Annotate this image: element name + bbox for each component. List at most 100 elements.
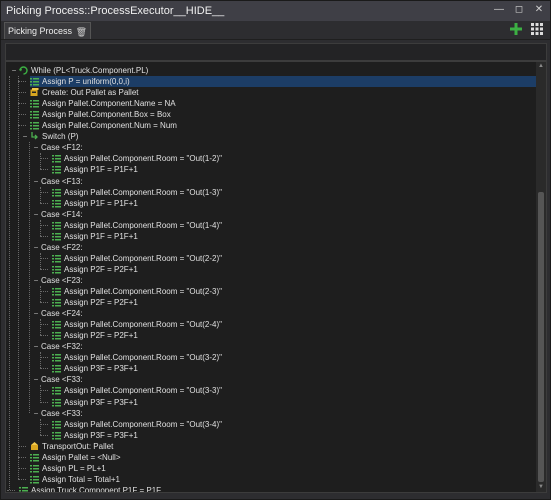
tree-node-label: Assign P2F = P2F+1 bbox=[64, 331, 138, 341]
tree-node-label: Assign Pallet.Component.Room = "Out(1-4)… bbox=[64, 220, 222, 230]
assign-icon bbox=[30, 464, 39, 473]
tree-node-label: Assign P3F = P3F+1 bbox=[64, 430, 138, 440]
tree-connector bbox=[40, 268, 48, 270]
collapse-icon[interactable]: − bbox=[33, 275, 39, 286]
tree-node-label: Assign Pallet.Component.Name = NA bbox=[42, 99, 176, 109]
tree-node-label: Assign Pallet.Component.Box = Box bbox=[42, 110, 171, 120]
assign-icon bbox=[30, 475, 39, 484]
tree-guide-line bbox=[40, 286, 41, 303]
maximize-icon[interactable]: ◻ bbox=[513, 3, 525, 17]
assign-icon bbox=[52, 188, 61, 197]
assign-icon bbox=[52, 232, 61, 241]
tree-node-label: Case <F14: bbox=[41, 209, 83, 219]
transport-icon bbox=[31, 441, 38, 450]
tree-node-label: Assign Pallet.Component.Room = "Out(2-4)… bbox=[64, 320, 222, 330]
tree-node-label: Switch (P) bbox=[42, 132, 79, 142]
assign-icon bbox=[52, 354, 61, 362]
assign-icon bbox=[52, 332, 61, 340]
tree-node-label: Assign P2F = P2F+1 bbox=[64, 298, 138, 308]
grid-icon[interactable] bbox=[530, 22, 544, 36]
assign-icon bbox=[52, 398, 61, 406]
collapse-icon[interactable]: − bbox=[33, 408, 39, 419]
tree-guide-line bbox=[40, 153, 41, 170]
tree-node-label: Assign P3F = P3F+1 bbox=[64, 397, 138, 407]
tab-picking-process[interactable]: Picking Process 🗑 bbox=[4, 22, 92, 40]
tree-guide-line bbox=[9, 76, 10, 490]
tree-connector bbox=[18, 114, 26, 116]
tree-guide-line bbox=[29, 142, 30, 413]
scroll-up-icon[interactable]: ▲ bbox=[536, 62, 546, 71]
tab-label: Picking Process bbox=[8, 26, 73, 36]
collapse-icon[interactable]: − bbox=[33, 341, 39, 352]
tree-node-label: Assign Pallet.Component.Room = "Out(2-3)… bbox=[64, 287, 222, 296]
tree-connector bbox=[40, 357, 48, 359]
loop-icon bbox=[19, 66, 28, 75]
collapse-icon[interactable]: − bbox=[33, 209, 39, 220]
tree-connector bbox=[40, 158, 48, 160]
tree-node-label: Case <F33: bbox=[41, 408, 83, 418]
collapse-icon[interactable]: − bbox=[33, 308, 39, 319]
window-controls: — ◻ ✕ bbox=[493, 3, 545, 17]
close-icon[interactable]: ✕ bbox=[533, 3, 545, 17]
collapse-icon[interactable]: − bbox=[33, 176, 39, 187]
assign-icon bbox=[52, 265, 61, 274]
tree-connector bbox=[18, 456, 26, 458]
tree-connector bbox=[40, 434, 48, 436]
tree-guide-line bbox=[40, 219, 41, 236]
tree-node-label: Assign P1F = P1F+1 bbox=[64, 165, 138, 175]
tree-node-label: Assign P3F = P3F+1 bbox=[64, 364, 138, 374]
minimize-icon[interactable]: — bbox=[493, 3, 505, 17]
tree-node-label: Assign P1F = P1F+1 bbox=[64, 231, 138, 241]
tree-connector bbox=[18, 467, 26, 469]
expression-input[interactable] bbox=[5, 43, 547, 61]
tree-node-label: Create: Out Pallet as Pallet bbox=[42, 88, 139, 98]
collapse-icon[interactable]: − bbox=[11, 65, 17, 76]
assign-icon bbox=[52, 254, 61, 263]
tree-connector bbox=[40, 257, 48, 259]
collapse-icon[interactable]: − bbox=[33, 142, 39, 153]
collapse-icon[interactable]: − bbox=[22, 131, 28, 142]
tree-connector bbox=[40, 202, 48, 204]
tree-connector bbox=[40, 224, 48, 226]
trash-icon[interactable]: 🗑 bbox=[76, 24, 87, 40]
scroll-down-icon[interactable]: ▼ bbox=[536, 483, 546, 492]
assign-icon bbox=[30, 78, 39, 86]
tree-node-label: Assign Total = Total+1 bbox=[42, 474, 120, 484]
tree-node-label: Assign Pallet.Component.Room = "Out(2-2)… bbox=[64, 253, 222, 263]
tree-connector bbox=[18, 478, 26, 480]
tree-node-label: Assign Pallet.Component.Num = Num bbox=[42, 121, 177, 131]
collapse-icon[interactable]: − bbox=[33, 374, 39, 385]
tree-node-label: Assign P2F = P2F+1 bbox=[64, 264, 138, 274]
assign-icon bbox=[52, 199, 61, 208]
tree-connector bbox=[40, 390, 48, 392]
tree-node-label: Case <F12: bbox=[41, 143, 83, 153]
scroll-thumb[interactable] bbox=[538, 192, 544, 482]
assign-icon bbox=[52, 365, 61, 373]
tree-connector bbox=[18, 103, 26, 105]
tree-node-label: Case <F23: bbox=[41, 275, 83, 285]
tree-node-label: While (PL<Truck.Component.PL) bbox=[31, 66, 149, 75]
tree-guide-line bbox=[40, 385, 41, 402]
assign-icon bbox=[30, 122, 39, 130]
tree-node-label: Assign Pallet = <Null> bbox=[42, 452, 121, 462]
vertical-scrollbar[interactable]: ▲ ▼ bbox=[536, 62, 546, 492]
collapse-icon[interactable]: − bbox=[33, 242, 39, 253]
tree-guide-line bbox=[40, 319, 41, 336]
tree-node[interactable]: Assign P = uniform(0,0,i) bbox=[18, 76, 546, 88]
process-tree: − While (PL<Truck.Component.PL) Assign P =… bbox=[5, 61, 547, 493]
tab-bar: Picking Process 🗑 bbox=[1, 21, 550, 40]
assign-icon bbox=[19, 486, 28, 492]
assign-icon bbox=[52, 221, 61, 230]
tree-connector bbox=[40, 423, 48, 425]
tree-connector bbox=[40, 401, 48, 403]
assign-icon bbox=[30, 453, 39, 462]
plus-icon[interactable] bbox=[509, 22, 523, 36]
title-bar[interactable]: Picking Process::ProcessExecutor__HIDE__… bbox=[1, 1, 550, 21]
assign-icon bbox=[52, 387, 61, 395]
tree-guide-line bbox=[40, 186, 41, 203]
tree-connector bbox=[7, 489, 15, 491]
tree-connector bbox=[18, 81, 26, 83]
assign-icon bbox=[52, 431, 61, 440]
tree-node-label: TransportOut: Pallet bbox=[42, 441, 114, 451]
tree-node-label: Assign P = uniform(0,0,i) bbox=[42, 77, 130, 87]
